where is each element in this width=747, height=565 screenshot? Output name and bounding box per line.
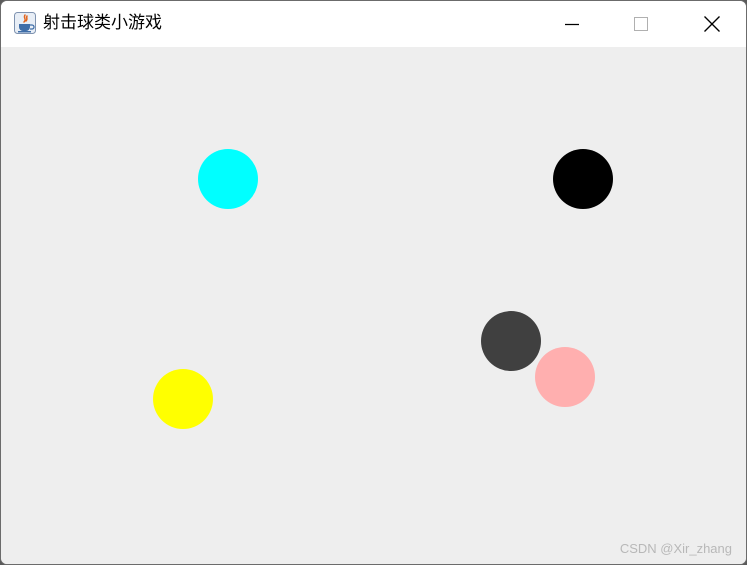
- window-title: 射击球类小游戏: [43, 13, 162, 33]
- ball-pink[interactable]: [535, 347, 595, 407]
- maximize-icon: [634, 17, 648, 31]
- minimize-button[interactable]: [538, 1, 606, 47]
- watermark: CSDN @Xir_zhang: [619, 541, 732, 556]
- minimize-icon: [565, 23, 579, 26]
- game-window: 射击球类小游戏 CSDN @Xir_zhang: [0, 0, 747, 565]
- close-button[interactable]: [678, 1, 746, 47]
- ball-black[interactable]: [553, 149, 613, 209]
- ball-yellow[interactable]: [153, 369, 213, 429]
- maximize-button[interactable]: [607, 1, 675, 47]
- ball-cyan[interactable]: [198, 149, 258, 209]
- ball-dark-gray[interactable]: [481, 311, 541, 371]
- java-coffee-icon[interactable]: [14, 12, 36, 34]
- close-icon: [704, 16, 720, 32]
- game-canvas[interactable]: CSDN @Xir_zhang: [1, 47, 746, 564]
- title-bar[interactable]: 射击球类小游戏: [1, 1, 746, 47]
